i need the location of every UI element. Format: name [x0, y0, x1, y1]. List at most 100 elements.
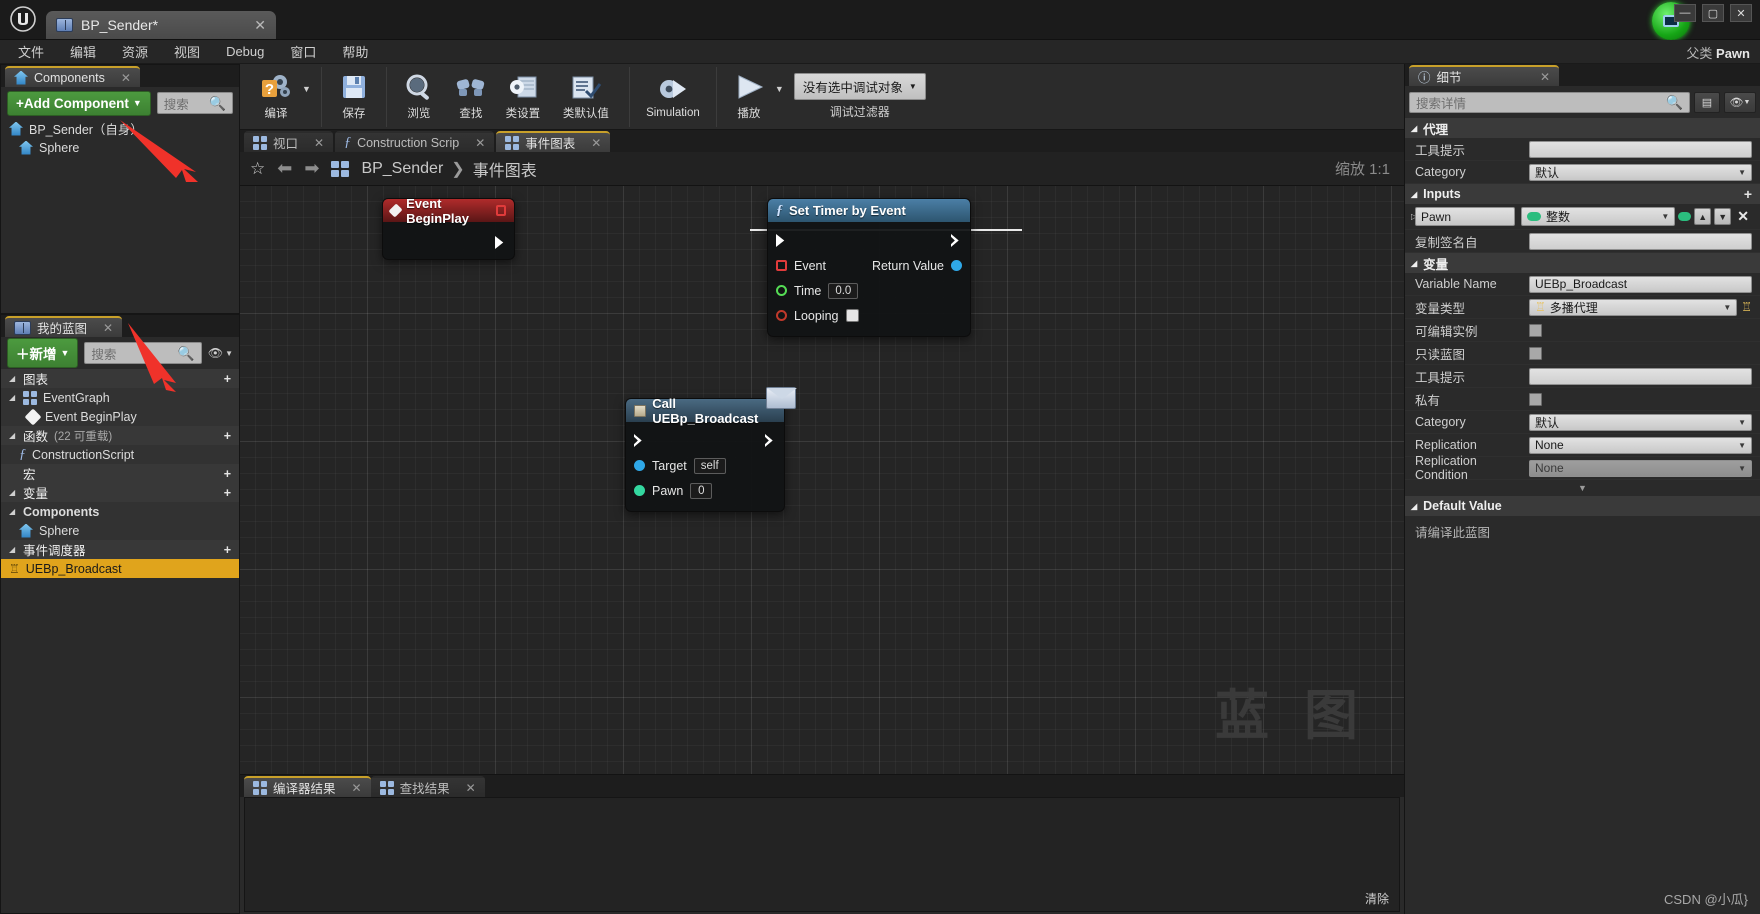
menu-item-debug[interactable]: Debug: [214, 41, 276, 62]
variable-category-dropdown[interactable]: 默认: [1529, 413, 1752, 431]
object-in-pin[interactable]: [634, 460, 645, 471]
variable-name-input[interactable]: UEBp_Broadcast: [1529, 275, 1752, 293]
chevron-down-icon[interactable]: ▼: [775, 84, 788, 110]
class-settings-button[interactable]: 类设置: [497, 68, 549, 126]
close-icon[interactable]: ✕: [121, 71, 131, 85]
node-event-beginplay[interactable]: Event BeginPlay: [382, 196, 515, 260]
exec-out-pin[interactable]: [495, 236, 504, 249]
section-variables[interactable]: ◢ 变量 +: [1, 483, 239, 502]
target-value[interactable]: self: [693, 457, 726, 474]
pin-row-pawn[interactable]: Pawn 0: [626, 478, 784, 503]
exec-out-pin[interactable]: [951, 234, 959, 247]
node-set-timer-by-event[interactable]: ƒ Set Timer by Event Event Return Value …: [767, 198, 971, 337]
move-down-button[interactable]: ▼: [1714, 208, 1732, 225]
close-icon[interactable]: ✕: [475, 136, 485, 150]
array-type-icon[interactable]: [1678, 212, 1692, 221]
section-graphs[interactable]: ◢ 图表 +: [1, 369, 239, 388]
input-param-type-dropdown[interactable]: 整数: [1521, 207, 1676, 226]
clear-results-button[interactable]: 清除: [1365, 890, 1389, 907]
find-button[interactable]: 查找: [445, 68, 497, 126]
tab-find-results[interactable]: 查找结果 ✕: [370, 776, 485, 797]
arrow-left-icon[interactable]: ⬅: [277, 158, 292, 179]
component-row-sphere[interactable]: Sphere: [1, 138, 239, 157]
close-icon[interactable]: ✕: [314, 136, 324, 150]
blueprint-readonly-checkbox[interactable]: [1529, 346, 1542, 360]
delegate-square-icon[interactable]: [496, 205, 506, 216]
document-tab-bp-sender[interactable]: BP_Sender* ✕: [46, 11, 276, 39]
category-dropdown[interactable]: 默认: [1529, 163, 1752, 181]
tab-viewport[interactable]: 视口 ✕: [244, 131, 334, 152]
section-header-inputs[interactable]: ◢ Inputs +: [1405, 184, 1760, 204]
tooltip-input[interactable]: [1529, 140, 1752, 158]
copy-signature-input[interactable]: [1529, 232, 1752, 250]
add-graph-button[interactable]: +: [224, 372, 239, 386]
pin-row-exec[interactable]: [768, 228, 970, 253]
pin-row-looping[interactable]: Looping: [768, 303, 970, 328]
pin-row-event[interactable]: Event Return Value: [768, 253, 970, 278]
variable-type-dropdown[interactable]: ♖ 多播代理: [1529, 298, 1738, 316]
section-functions[interactable]: ◢ 函数 (22 可重载) +: [1, 426, 239, 445]
remove-input-button[interactable]: ✕: [1734, 208, 1752, 225]
exec-in-pin[interactable]: [634, 434, 642, 447]
add-new-button[interactable]: ＋新增 ▼: [7, 338, 79, 368]
chevron-right-icon[interactable]: ▷: [1405, 212, 1417, 221]
tree-item-event-beginplay[interactable]: Event BeginPlay: [1, 407, 239, 426]
section-header-variable[interactable]: ◢ 变量: [1405, 253, 1760, 273]
browse-button[interactable]: 浏览: [393, 68, 445, 126]
pin-row-exec-out[interactable]: [487, 230, 514, 255]
menu-item-view[interactable]: 视图: [162, 39, 212, 64]
move-up-button[interactable]: ▲: [1694, 208, 1712, 225]
component-row-self[interactable]: BP_Sender（自身）: [1, 119, 239, 138]
tree-item-uebp-broadcast[interactable]: ♖ UEBp_Broadcast: [1, 559, 239, 578]
chevron-down-icon[interactable]: ▼: [302, 84, 315, 110]
menu-item-window[interactable]: 窗口: [278, 39, 328, 64]
close-icon[interactable]: ✕: [591, 136, 601, 150]
add-function-button[interactable]: +: [224, 429, 239, 443]
save-button[interactable]: 保存: [328, 68, 380, 126]
time-input[interactable]: 0.0: [828, 282, 859, 299]
parent-class-value[interactable]: Pawn: [1716, 46, 1750, 61]
debug-object-selector[interactable]: 没有选中调试对象 ▼: [793, 73, 926, 100]
section-header-default-value[interactable]: ◢ Default Value: [1405, 496, 1760, 516]
tab-event-graph[interactable]: 事件图表 ✕: [496, 131, 611, 152]
float-in-pin[interactable]: [776, 285, 787, 296]
collapse-more-button[interactable]: ▼: [1405, 480, 1760, 496]
my-blueprint-search-input[interactable]: 搜索 🔍: [84, 342, 202, 364]
pawn-input[interactable]: 0: [690, 482, 713, 499]
menu-item-asset[interactable]: 资源: [110, 39, 160, 64]
visibility-toggle-button[interactable]: 👁 ▼: [208, 346, 233, 360]
event-graph-canvas[interactable]: 蓝 图 Event BeginPlay ƒ Set Timer by Event…: [240, 186, 1404, 774]
exec-in-pin[interactable]: [776, 234, 785, 247]
maximize-button[interactable]: ▢: [1702, 4, 1724, 22]
struct-out-pin[interactable]: [951, 260, 962, 271]
tab-construction-script[interactable]: ƒ Construction Scrip ✕: [335, 131, 495, 152]
breadcrumb-root[interactable]: BP_Sender: [361, 160, 443, 178]
close-icon[interactable]: ✕: [103, 321, 113, 335]
variable-tooltip-input[interactable]: [1529, 367, 1752, 385]
bool-in-pin[interactable]: [776, 310, 787, 321]
tab-details[interactable]: ⓘ 细节 ✕: [1409, 65, 1559, 86]
input-param-name[interactable]: Pawn: [1415, 207, 1515, 226]
tab-components[interactable]: Components ✕: [5, 66, 140, 87]
arrow-right-icon[interactable]: ➡: [304, 158, 319, 179]
tree-item-eventgraph[interactable]: ◢ EventGraph: [1, 388, 239, 407]
menu-item-edit[interactable]: 编辑: [58, 39, 108, 64]
simulation-button[interactable]: Simulation: [636, 68, 710, 126]
minimize-button[interactable]: —: [1674, 4, 1696, 22]
exec-out-pin[interactable]: [765, 434, 773, 447]
add-macro-button[interactable]: +: [224, 467, 239, 481]
add-dispatcher-button[interactable]: +: [224, 543, 239, 557]
details-search-input[interactable]: 搜索详情 🔍: [1409, 91, 1690, 113]
looping-checkbox[interactable]: [845, 309, 859, 322]
components-search-input[interactable]: 搜索 🔍: [156, 92, 233, 114]
add-component-button[interactable]: +Add Component ▼: [7, 90, 151, 116]
tree-item-sphere-variable[interactable]: Sphere: [1, 521, 239, 540]
close-window-button[interactable]: ✕: [1730, 4, 1752, 22]
node-call-uebp-broadcast[interactable]: Call UEBp_Broadcast Target self Pawn 0: [625, 387, 797, 512]
menu-item-file[interactable]: 文件: [6, 39, 56, 64]
play-button[interactable]: 播放: [723, 68, 775, 126]
close-icon[interactable]: ✕: [1540, 70, 1550, 84]
editable-instance-checkbox[interactable]: [1529, 323, 1542, 337]
list-view-button[interactable]: ▤: [1694, 91, 1720, 113]
tree-item-constructionscript[interactable]: ƒ ConstructionScript: [1, 445, 239, 464]
